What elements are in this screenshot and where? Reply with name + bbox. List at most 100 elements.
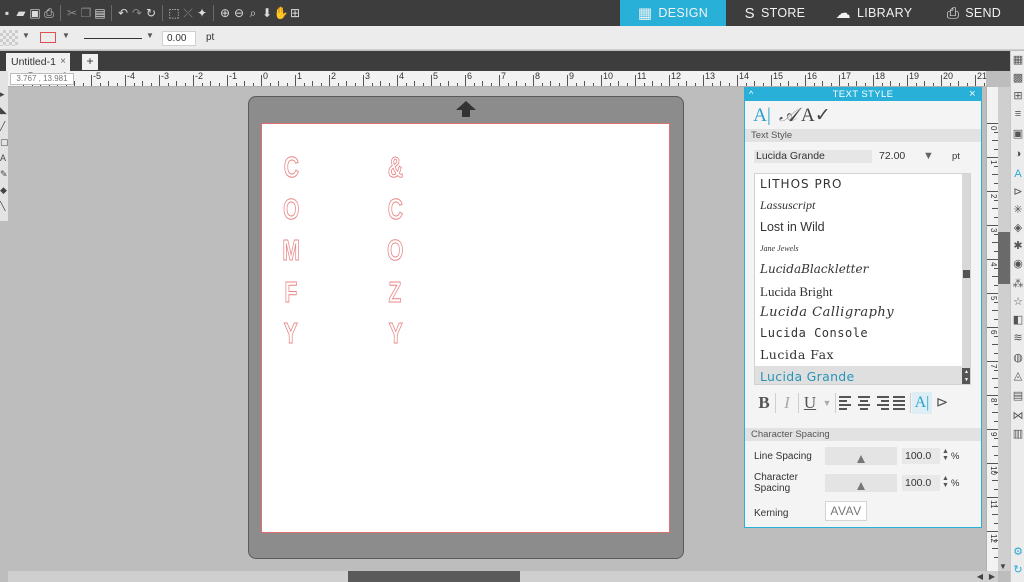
close-tab-icon[interactable]: × <box>60 53 66 71</box>
line-spacing-input[interactable]: 100.0 <box>902 448 940 464</box>
rotate-view-icon[interactable]: ↻ <box>1012 563 1024 577</box>
font-size-dropdown-icon[interactable]: ▼ <box>923 150 934 163</box>
eraser-tool-icon[interactable]: ◆ <box>0 185 8 195</box>
zoom-out-icon[interactable]: ⊖ <box>232 3 246 23</box>
text-style-icon[interactable]: A <box>1012 167 1024 181</box>
registration-icon[interactable]: ▩ <box>1012 71 1024 85</box>
scroll-right-arrow-icon[interactable]: ▶ <box>987 572 997 582</box>
font-name-field[interactable]: Lucida Grande <box>754 150 872 163</box>
cut-icon[interactable]: ✂ <box>65 3 79 23</box>
font-list-item[interactable]: Lost in Wild <box>755 217 962 238</box>
align-icon[interactable]: ⊳ <box>1012 185 1024 199</box>
deselect-icon[interactable]: ⤫ <box>181 3 195 23</box>
add-tab-button[interactable]: + <box>82 54 98 70</box>
bold-button[interactable]: B <box>754 392 774 414</box>
cube-icon[interactable]: ◬ <box>1012 369 1024 383</box>
redo-icon[interactable]: ↷ <box>130 3 144 23</box>
font-list-item[interactable]: Lucida Bright <box>755 281 962 302</box>
font-list-item[interactable]: Jane Jewels <box>755 238 962 259</box>
globe-icon[interactable]: ◍ <box>1012 351 1024 365</box>
library-panel-icon[interactable]: ◧ <box>1012 313 1024 327</box>
font-size-input[interactable]: 72.00 <box>879 150 917 163</box>
line-spacing-slider[interactable] <box>825 447 897 465</box>
select-tool-icon[interactable]: ▸ <box>0 89 8 99</box>
line-style-icon[interactable]: ≡ <box>1012 107 1024 121</box>
save-icon[interactable]: ▣ <box>28 3 42 23</box>
fit-page-icon[interactable]: ⊞ <box>288 3 302 23</box>
tab-library[interactable]: ☁ LIBRARY <box>824 0 924 26</box>
vertical-text-icon[interactable]: ⊳ <box>932 392 952 414</box>
draw-tool-icon[interactable]: ✎ <box>0 169 8 179</box>
text-tool-icon[interactable]: A <box>0 153 8 163</box>
line-width-input[interactable]: 0.00 <box>162 31 196 46</box>
zoom-in-icon[interactable]: ⊕ <box>218 3 232 23</box>
offset-icon[interactable]: ✱ <box>1012 239 1024 253</box>
grid-icon[interactable]: ⊞ <box>1012 89 1024 103</box>
settings-gear-icon[interactable]: ⚙ <box>1012 545 1024 559</box>
tab-text-effects-icon[interactable]: 𝒜 <box>775 104 801 128</box>
fill-icon[interactable]: ▣ <box>1012 127 1024 141</box>
knife-tool-icon[interactable]: ╲ <box>0 201 8 211</box>
text-object-comfy[interactable]: COMFY <box>279 148 303 356</box>
font-list-scroll-thumb[interactable] <box>963 270 970 278</box>
font-list-item[interactable]: Lassuscript <box>755 195 962 216</box>
font-list-item[interactable]: Lucida Console <box>755 323 962 344</box>
line-color-swatch[interactable] <box>40 32 56 43</box>
select-icon[interactable]: ⬚ <box>167 3 181 23</box>
italic-button[interactable]: I <box>777 392 797 414</box>
close-panel-icon[interactable]: × <box>969 88 976 101</box>
tab-text-style-icon[interactable]: A| <box>749 104 775 128</box>
pixscan-icon[interactable]: ▥ <box>1012 427 1024 441</box>
horizontal-scroll-thumb[interactable] <box>348 571 520 582</box>
font-list-item[interactable]: Lucida Grande <box>755 365 962 384</box>
slider-handle[interactable] <box>857 455 865 463</box>
font-list-item[interactable]: LITHOS PRO <box>755 174 962 195</box>
underline-button[interactable]: U <box>800 392 820 414</box>
refresh-icon[interactable]: ↻ <box>144 3 158 23</box>
shape-tool-icon[interactable]: ▢ <box>0 137 8 147</box>
kerning-button[interactable]: AVAV <box>825 501 867 521</box>
align-center-icon[interactable] <box>855 392 873 414</box>
edit-points-icon[interactable]: ✦ <box>195 3 209 23</box>
sketch-icon[interactable]: ⁂ <box>1012 277 1024 291</box>
font-list-scrollbar[interactable] <box>962 174 970 384</box>
page-setup-icon[interactable]: ▦ <box>1012 53 1024 67</box>
vertical-scrollbar[interactable] <box>998 87 1010 571</box>
new-icon[interactable]: ▪ <box>0 3 14 23</box>
media-page[interactable]: COMFY & C O Z Y <box>261 123 670 533</box>
document-tab-untitled[interactable]: Untitled-1 × <box>6 53 70 71</box>
zoom-select-icon[interactable]: ⌕ <box>246 3 260 23</box>
line-style-dropdown-icon[interactable]: ▼ <box>146 31 154 40</box>
character-spacing-stepper-icon[interactable]: ▲ ▼ <box>942 475 949 489</box>
scroll-left-arrow-icon[interactable]: ◀ <box>975 572 985 582</box>
panel-header[interactable]: ^ TEXT STYLE × <box>745 88 981 101</box>
modify-icon[interactable]: ◈ <box>1012 221 1024 235</box>
scroll-down-arrow-icon[interactable]: ▼ <box>998 562 1008 572</box>
tab-store[interactable]: S STORE <box>726 0 824 26</box>
print-icon[interactable]: ⎙ <box>42 3 56 23</box>
tab-send[interactable]: ⎙ SEND <box>924 0 1024 26</box>
vertical-scroll-thumb[interactable] <box>998 232 1010 284</box>
paste-icon[interactable]: ▤ <box>93 3 107 23</box>
pattern-icon[interactable]: ≋ <box>1012 331 1024 345</box>
font-list-item[interactable]: LucidaBlackletter <box>755 259 962 280</box>
pan-icon[interactable]: ✋ <box>274 3 289 23</box>
fill-dropdown-icon[interactable]: ▼ <box>22 31 30 40</box>
replicate-icon[interactable]: ✳ <box>1012 203 1024 217</box>
collapse-panel-icon[interactable]: ^ <box>749 88 754 101</box>
line-spacing-stepper-icon[interactable]: ▲ ▼ <box>942 448 949 462</box>
font-list-item[interactable]: Lucida Calligraphy <box>755 302 962 323</box>
underline-dropdown-icon[interactable]: ▼ <box>820 392 834 414</box>
character-spacing-slider[interactable] <box>825 474 897 492</box>
align-justify-icon[interactable] <box>891 392 909 414</box>
nesting-icon[interactable]: ⋈ <box>1012 409 1024 423</box>
tab-design[interactable]: ▦ DESIGN <box>620 0 726 26</box>
font-list[interactable]: LITHOS PRO Lassuscript Lost in Wild Jane Je… <box>754 173 971 385</box>
text-object-cozy[interactable]: & C O Z Y <box>384 148 407 356</box>
star-shape-icon[interactable]: ☆ <box>1012 295 1024 309</box>
undo-icon[interactable]: ↶ <box>116 3 130 23</box>
line-tool-icon[interactable]: ╱ <box>0 121 8 131</box>
copy-icon[interactable]: ❐ <box>79 3 93 23</box>
slider-handle[interactable] <box>857 482 865 490</box>
align-right-icon[interactable] <box>873 392 891 414</box>
